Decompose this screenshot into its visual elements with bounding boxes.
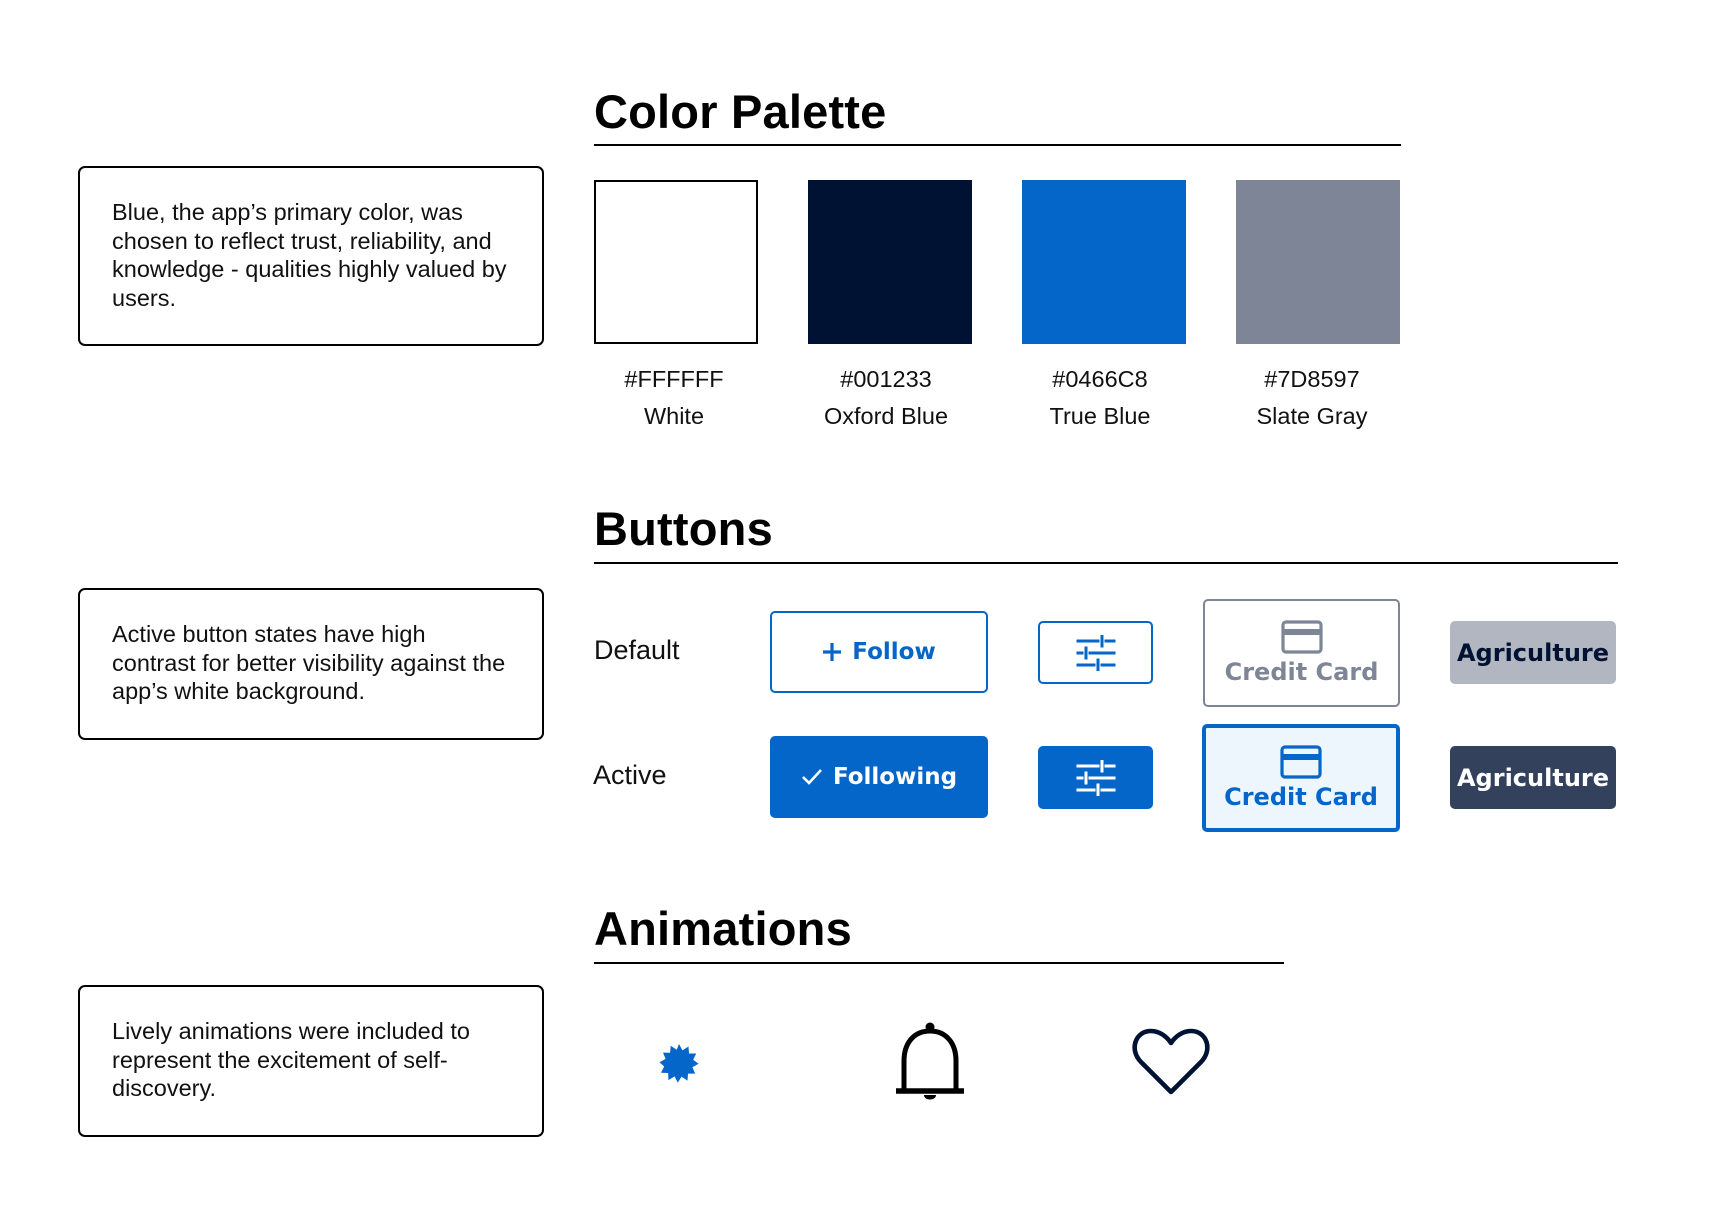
swatch-hex: #FFFFFF xyxy=(624,366,724,392)
swatch-label-white: #FFFFFF White xyxy=(574,361,774,435)
swatch-hex: #001233 xyxy=(840,366,932,392)
state-label-active: Active xyxy=(593,760,667,790)
agriculture-chip-active[interactable]: Agriculture xyxy=(1450,746,1616,809)
follow-button-label: Follow xyxy=(852,639,936,665)
bell-icon xyxy=(896,1022,964,1100)
buttons-note-text: Active button states have high contrast … xyxy=(112,621,506,705)
palette-note-text: Blue, the app’s primary color, was chose… xyxy=(112,199,507,311)
animations-rule xyxy=(594,962,1284,964)
swatch-oxford-blue xyxy=(808,180,972,344)
check-icon xyxy=(802,769,822,785)
state-label-default: Default xyxy=(594,635,680,665)
swatch-hex: #7D8597 xyxy=(1264,366,1360,392)
plus-icon xyxy=(823,643,842,661)
swatch-name: Oxford Blue xyxy=(823,403,949,429)
credit-card-button[interactable]: Credit Card xyxy=(1203,599,1400,707)
badge-icon xyxy=(659,1044,699,1083)
following-button[interactable]: Following xyxy=(770,736,988,818)
swatch-slate-gray xyxy=(1236,180,1400,344)
credit-card-button-label: Credit Card xyxy=(1224,658,1379,686)
credit-card-icon xyxy=(1280,620,1323,654)
swatch-name: Slate Gray xyxy=(1256,403,1368,429)
buttons-note: Active button states have high contrast … xyxy=(78,588,544,740)
swatch-hex: #0466C8 xyxy=(1052,366,1148,392)
swatch-true-blue xyxy=(1022,180,1186,344)
following-button-label: Following xyxy=(832,764,958,790)
filter-button-active[interactable] xyxy=(1038,746,1153,809)
swatch-name: True Blue xyxy=(1049,403,1151,429)
swatch-label-slate-gray: #7D8597 Slate Gray xyxy=(1212,361,1412,435)
sliders-icon xyxy=(1076,634,1115,671)
swatch-label-true-blue: #0466C8 True Blue xyxy=(1000,361,1200,435)
follow-button[interactable]: Follow xyxy=(770,611,988,693)
palette-note: Blue, the app’s primary color, was chose… xyxy=(78,166,544,346)
credit-card-icon xyxy=(1280,745,1322,779)
swatch-name: White xyxy=(643,403,705,429)
credit-card-button-active[interactable]: Credit Card xyxy=(1202,724,1400,832)
animations-note: Lively animations were included to repre… xyxy=(78,985,544,1137)
swatch-label-oxford-blue: #001233 Oxford Blue xyxy=(786,361,986,435)
color-palette-title: Color Palette xyxy=(594,85,887,138)
filter-button[interactable] xyxy=(1038,621,1153,684)
buttons-title: Buttons xyxy=(594,502,773,555)
credit-card-button-active-label: Credit Card xyxy=(1224,783,1378,811)
agriculture-chip-active-label: Agriculture xyxy=(1456,763,1610,792)
animations-note-text: Lively animations were included to repre… xyxy=(112,1018,470,1102)
sliders-icon xyxy=(1076,759,1115,796)
animations-title: Animations xyxy=(594,902,852,955)
heart-icon xyxy=(1132,1028,1210,1095)
buttons-rule xyxy=(594,562,1618,564)
agriculture-chip-label: Agriculture xyxy=(1456,638,1610,667)
color-palette-rule xyxy=(594,144,1401,146)
agriculture-chip[interactable]: Agriculture xyxy=(1450,621,1616,684)
swatch-white xyxy=(594,180,758,344)
